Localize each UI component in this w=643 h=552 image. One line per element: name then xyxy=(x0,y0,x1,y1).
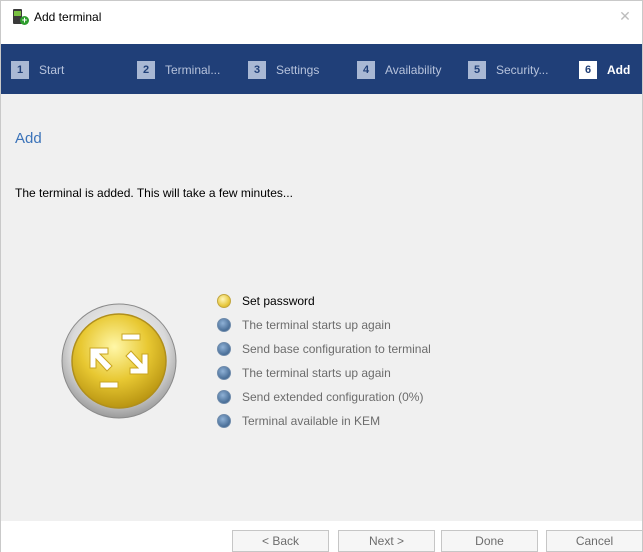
close-button[interactable]: ✕ xyxy=(612,5,638,27)
progress-item-label: The terminal starts up again xyxy=(242,318,391,332)
progress-item-label: Send base configuration to terminal xyxy=(242,342,431,356)
progress-item-label: The terminal starts up again xyxy=(242,366,391,380)
step-label: Terminal... xyxy=(165,63,221,77)
wizard-step-bar: 1 Start 2 Terminal... 3 Settings 4 Avail… xyxy=(1,44,642,94)
cancel-button[interactable]: Cancel xyxy=(546,530,643,552)
progress-item-set-password: Set password xyxy=(217,289,431,313)
button-bar: < Back Next > Done Cancel xyxy=(1,521,643,552)
step-start: 1 Start xyxy=(11,61,64,79)
terminal-add-icon: + xyxy=(11,8,29,26)
pending-status-icon xyxy=(217,366,231,380)
step-label: Availability xyxy=(385,63,442,77)
done-button[interactable]: Done xyxy=(441,530,538,552)
step-add: 6 Add xyxy=(579,61,630,79)
progress-item-startup-1: The terminal starts up again xyxy=(217,313,431,337)
window-title: Add terminal xyxy=(34,9,102,24)
pending-status-icon xyxy=(217,318,231,332)
step-number: 3 xyxy=(248,61,266,79)
progress-item-available-kem: Terminal available in KEM xyxy=(217,409,431,433)
in-progress-status-icon xyxy=(217,294,231,308)
progress-item-label: Send extended configuration (0%) xyxy=(242,390,424,404)
step-number: 1 xyxy=(11,61,29,79)
sync-arrows-icon xyxy=(60,302,178,420)
step-number: 5 xyxy=(468,61,486,79)
progress-steps-list: Set password The terminal starts up agai… xyxy=(217,289,431,433)
step-number: 2 xyxy=(137,61,155,79)
step-number: 6 xyxy=(579,61,597,79)
step-settings: 3 Settings xyxy=(248,61,319,79)
add-terminal-window: + Add terminal ✕ 1 Start 2 Terminal... 3… xyxy=(0,0,643,552)
title-bar: + Add terminal ✕ xyxy=(1,1,642,32)
progress-item-startup-2: The terminal starts up again xyxy=(217,361,431,385)
pending-status-icon xyxy=(217,342,231,356)
step-number: 4 xyxy=(357,61,375,79)
next-button[interactable]: Next > xyxy=(338,530,435,552)
pending-status-icon xyxy=(217,414,231,428)
page-title: Add xyxy=(15,130,42,147)
step-terminal: 2 Terminal... xyxy=(137,61,220,79)
progress-item-extended-config: Send extended configuration (0%) xyxy=(217,385,431,409)
status-message: The terminal is added. This will take a … xyxy=(15,186,293,200)
step-label: Add xyxy=(607,63,631,77)
step-label: Security... xyxy=(496,63,549,77)
back-button[interactable]: < Back xyxy=(232,530,329,552)
progress-item-base-config: Send base configuration to terminal xyxy=(217,337,431,361)
step-security: 5 Security... xyxy=(468,61,548,79)
progress-item-label: Set password xyxy=(242,294,315,308)
progress-item-label: Terminal available in KEM xyxy=(242,414,381,428)
step-availability: 4 Availability xyxy=(357,61,441,79)
step-label: Start xyxy=(39,63,65,77)
pending-status-icon xyxy=(217,390,231,404)
content-panel: Add The terminal is added. This will tak… xyxy=(1,94,642,521)
step-label: Settings xyxy=(276,63,320,77)
